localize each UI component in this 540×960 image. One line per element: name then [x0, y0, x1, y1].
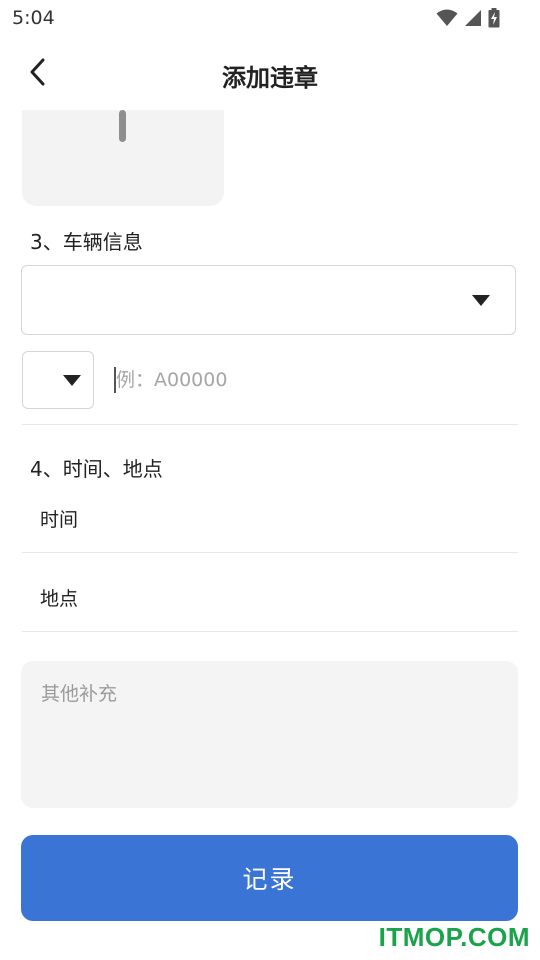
status-time: 5:04 [12, 7, 55, 29]
page-title: 添加违章 [222, 64, 318, 92]
vehicle-select[interactable] [21, 265, 516, 335]
wifi-icon [436, 9, 458, 31]
divider [22, 631, 518, 632]
watermark-logo: ITMOP.COM [378, 922, 530, 952]
time-label: 时间 [40, 509, 79, 531]
signal-icon [464, 9, 482, 31]
text-cursor [114, 367, 116, 393]
place-label: 地点 [40, 588, 79, 610]
status-icons [436, 8, 500, 32]
battery-charging-icon [488, 8, 500, 32]
photo-upload-box[interactable] [22, 110, 224, 206]
vehicle-section-title: 3、车辆信息 [30, 230, 143, 254]
divider [22, 552, 518, 553]
status-bar: 5:04 [0, 0, 540, 36]
caret-down-icon [472, 295, 490, 306]
plate-prefix-select[interactable] [22, 351, 94, 409]
plate-number-input[interactable] [112, 362, 510, 398]
record-button[interactable]: 记录 [21, 835, 518, 921]
app-bar: 添加违章 [0, 40, 540, 108]
photo-placeholder-mark [119, 110, 126, 142]
time-row[interactable]: 时间 [22, 488, 518, 548]
divider [22, 424, 518, 425]
place-row[interactable]: 地点 [22, 566, 518, 626]
remark-textarea[interactable] [21, 661, 518, 808]
caret-down-icon [63, 375, 81, 386]
time-place-section-title: 4、时间、地点 [30, 457, 163, 481]
